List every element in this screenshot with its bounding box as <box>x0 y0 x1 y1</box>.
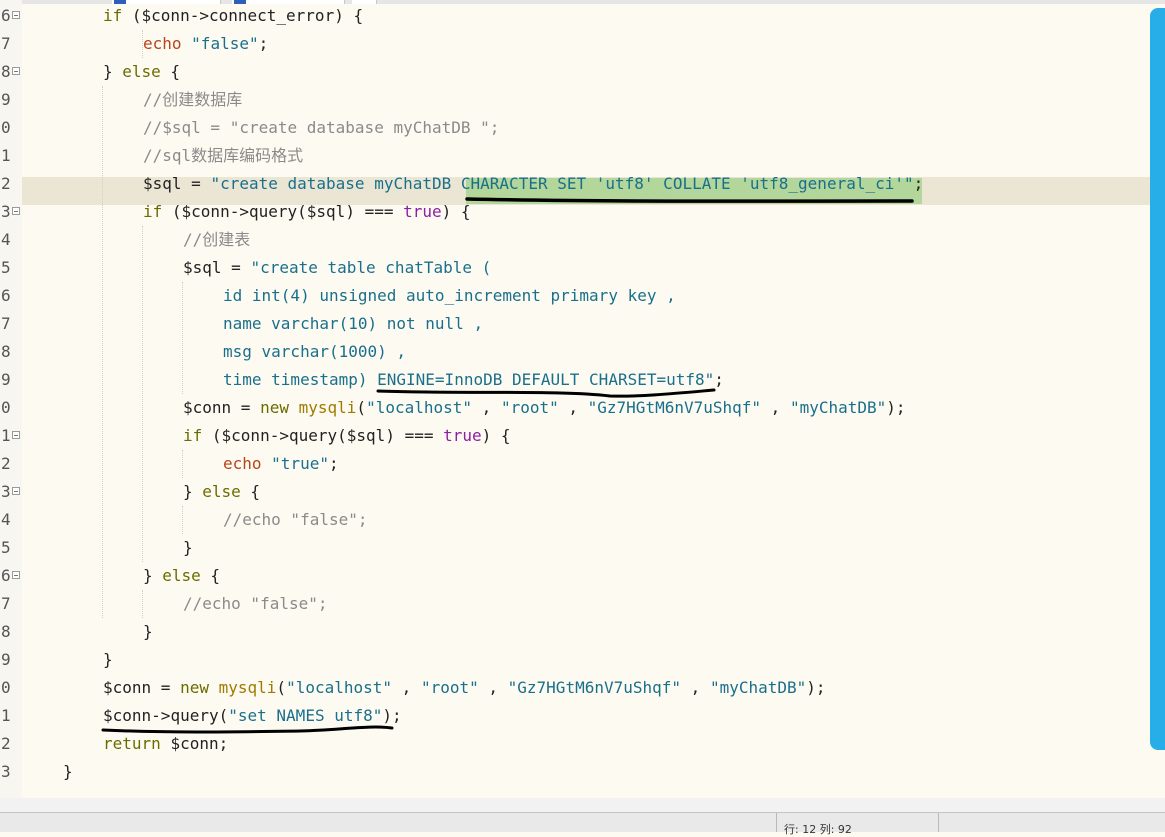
status-separator <box>938 813 939 832</box>
underline-charset-collate <box>465 197 914 203</box>
side-panel-tab[interactable] <box>1150 8 1165 750</box>
status-separator <box>776 813 777 832</box>
annotation-underlines <box>101 197 914 734</box>
status-bar: 行: 12 列: 92 <box>0 812 1165 836</box>
underline-engine-charset <box>376 388 716 398</box>
cursor-position: 行: 12 列: 92 <box>784 823 852 836</box>
underline-set-names <box>101 725 394 734</box>
horizontal-scroll-area[interactable] <box>0 798 1165 812</box>
